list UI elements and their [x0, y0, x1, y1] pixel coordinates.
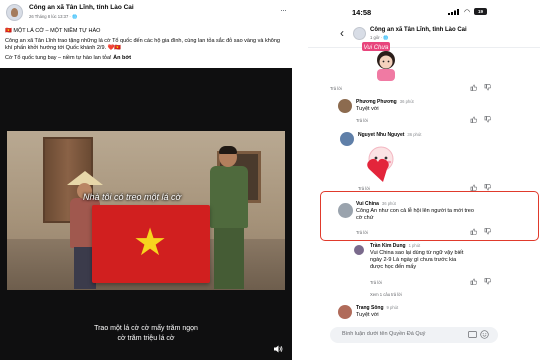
volume-icon[interactable] — [273, 344, 283, 354]
thumbs-up-icon[interactable] — [470, 184, 477, 191]
thumbs-down-icon[interactable] — [484, 116, 491, 123]
comment-thread-header: ‹ Công an xã Tân Lĩnh, tỉnh Lào Cai 1 gi… — [308, 24, 540, 48]
commenter-avatar[interactable] — [338, 305, 352, 319]
more-options-icon[interactable]: ··· — [280, 6, 287, 15]
sticker-text: Vui Chưa — [363, 45, 389, 51]
vietnam-flag: ★ — [92, 205, 210, 283]
status-bar: 14:58 ◠ 19 — [308, 0, 540, 17]
commenter-name[interactable]: Trang Sông 9 phút — [356, 305, 398, 311]
globe-icon: 🌐 — [72, 14, 78, 19]
post-meta: 26 Tháng 8 lúc 13:37 · 🌐 — [29, 14, 77, 20]
commenter-name[interactable]: Trần Kim Dung 1 phút — [370, 243, 420, 249]
comment-text: Tuyệt vời — [356, 106, 379, 112]
thumbs-down-icon[interactable] — [484, 228, 491, 235]
commenter-avatar[interactable] — [340, 132, 354, 146]
post-header: Công an xã Tân Lĩnh, tỉnh Lào Cai 26 Thá… — [4, 3, 290, 23]
reply-link[interactable]: Trả lời — [330, 86, 342, 91]
gif-icon[interactable] — [468, 330, 477, 339]
post-tagline-line: Cờ Tổ quốc tung bay – niềm tự hào lan tỏ… — [5, 55, 287, 62]
video-subtitle: Trao một lá cờ cờ mấy trăm ngọn cờ trăm … — [0, 324, 292, 343]
sticker-girl: Vui Chưa — [362, 42, 395, 81]
comment-text: Vui China sao lại dùng từ ngữ vậy biết n… — [370, 250, 464, 270]
thread-page-name[interactable]: Công an xã Tân Lĩnh, tỉnh Lào Cai — [370, 27, 467, 33]
post-text: 🇻🇳 MỘT LÁ CỜ – MỘT NIỀM TỰ HÀO Công an x… — [5, 28, 287, 65]
thumbs-up-icon[interactable] — [470, 228, 477, 235]
post-headline: 🇻🇳 MỘT LÁ CỜ – MỘT NIỀM TỰ HÀO — [5, 28, 101, 34]
video-caption-top: Nhà tôi có treo một lá cờ — [83, 192, 181, 202]
reply-link[interactable]: Trả lời — [356, 230, 368, 235]
page-name[interactable]: Công an xã Tân Lĩnh, tỉnh Lào Cai — [29, 4, 134, 11]
facebook-post: Công an xã Tân Lĩnh, tỉnh Lào Cai 26 Thá… — [0, 0, 292, 360]
commenter-avatar[interactable] — [338, 99, 352, 113]
split-screenshot: Công an xã Tân Lĩnh, tỉnh Lào Cai 26 Thá… — [0, 0, 540, 360]
post-tagline: Cờ Tổ quốc tung bay – niềm tự hào lan tỏ… — [5, 54, 112, 61]
commenter-name[interactable]: Nguyet Nhu Nguyet 36 phút — [358, 132, 421, 138]
officer-figure — [207, 146, 251, 289]
reply-link[interactable]: Trả lời — [370, 280, 382, 285]
thumbs-down-icon[interactable] — [484, 278, 491, 285]
battery-icon: 19 — [474, 8, 487, 15]
comment-text: Công An như con cả lễ hội lên người ta m… — [356, 208, 474, 221]
commenter-name[interactable]: Vui China 36 phút — [356, 201, 396, 207]
thumbs-down-icon[interactable] — [484, 84, 491, 91]
back-arrow-icon[interactable]: ‹ — [340, 27, 344, 39]
comment-text: Tuyệt vời — [356, 312, 379, 318]
thumbs-up-icon[interactable] — [470, 84, 477, 91]
reply-link[interactable]: Trả lời — [356, 118, 368, 123]
thumbs-down-icon[interactable] — [484, 184, 491, 191]
thumbs-up-icon[interactable] — [470, 278, 477, 285]
sticker-heart-character — [367, 146, 394, 182]
video-frame: ★ Nhà tôi có treo một lá cờ — [7, 131, 285, 290]
see-replies-link[interactable]: Xem 1 câu trả lời — [370, 292, 402, 297]
emoji-icon[interactable] — [480, 330, 489, 339]
subtitle-line-1: Trao một lá cờ cờ mấy trăm ngọn — [94, 325, 198, 332]
subtitle-line-2: cờ trăm triệu lá cờ — [117, 334, 175, 342]
phone-comments-screen: 14:58 ◠ 19 ‹ Công an xã Tân Lĩnh, tỉnh L… — [308, 0, 540, 360]
commenter-avatar[interactable] — [354, 245, 364, 255]
video-player[interactable]: ★ Nhà tôi có treo một lá cờ Trao một lá … — [0, 68, 292, 360]
commenter-name[interactable]: Phương Phương 36 phút — [356, 99, 414, 105]
wifi-icon: ◠ — [464, 9, 471, 16]
hide-link[interactable]: Ẩn bớt — [113, 55, 131, 61]
star-icon: ★ — [132, 222, 168, 264]
page-avatar[interactable] — [6, 4, 23, 21]
comment-input-placeholder: Bình luận dưới tên Quyền Đá Quý — [342, 331, 426, 337]
thumbs-up-icon[interactable] — [470, 116, 477, 123]
post-timestamp[interactable]: 26 Tháng 8 lúc 13:37 · — [29, 14, 72, 19]
signal-icon — [448, 9, 459, 15]
status-time: 14:58 — [352, 8, 372, 17]
post-body: Công an xã Tân Lĩnh trao tặng những lá c… — [5, 37, 280, 51]
commenter-avatar[interactable] — [338, 203, 353, 218]
